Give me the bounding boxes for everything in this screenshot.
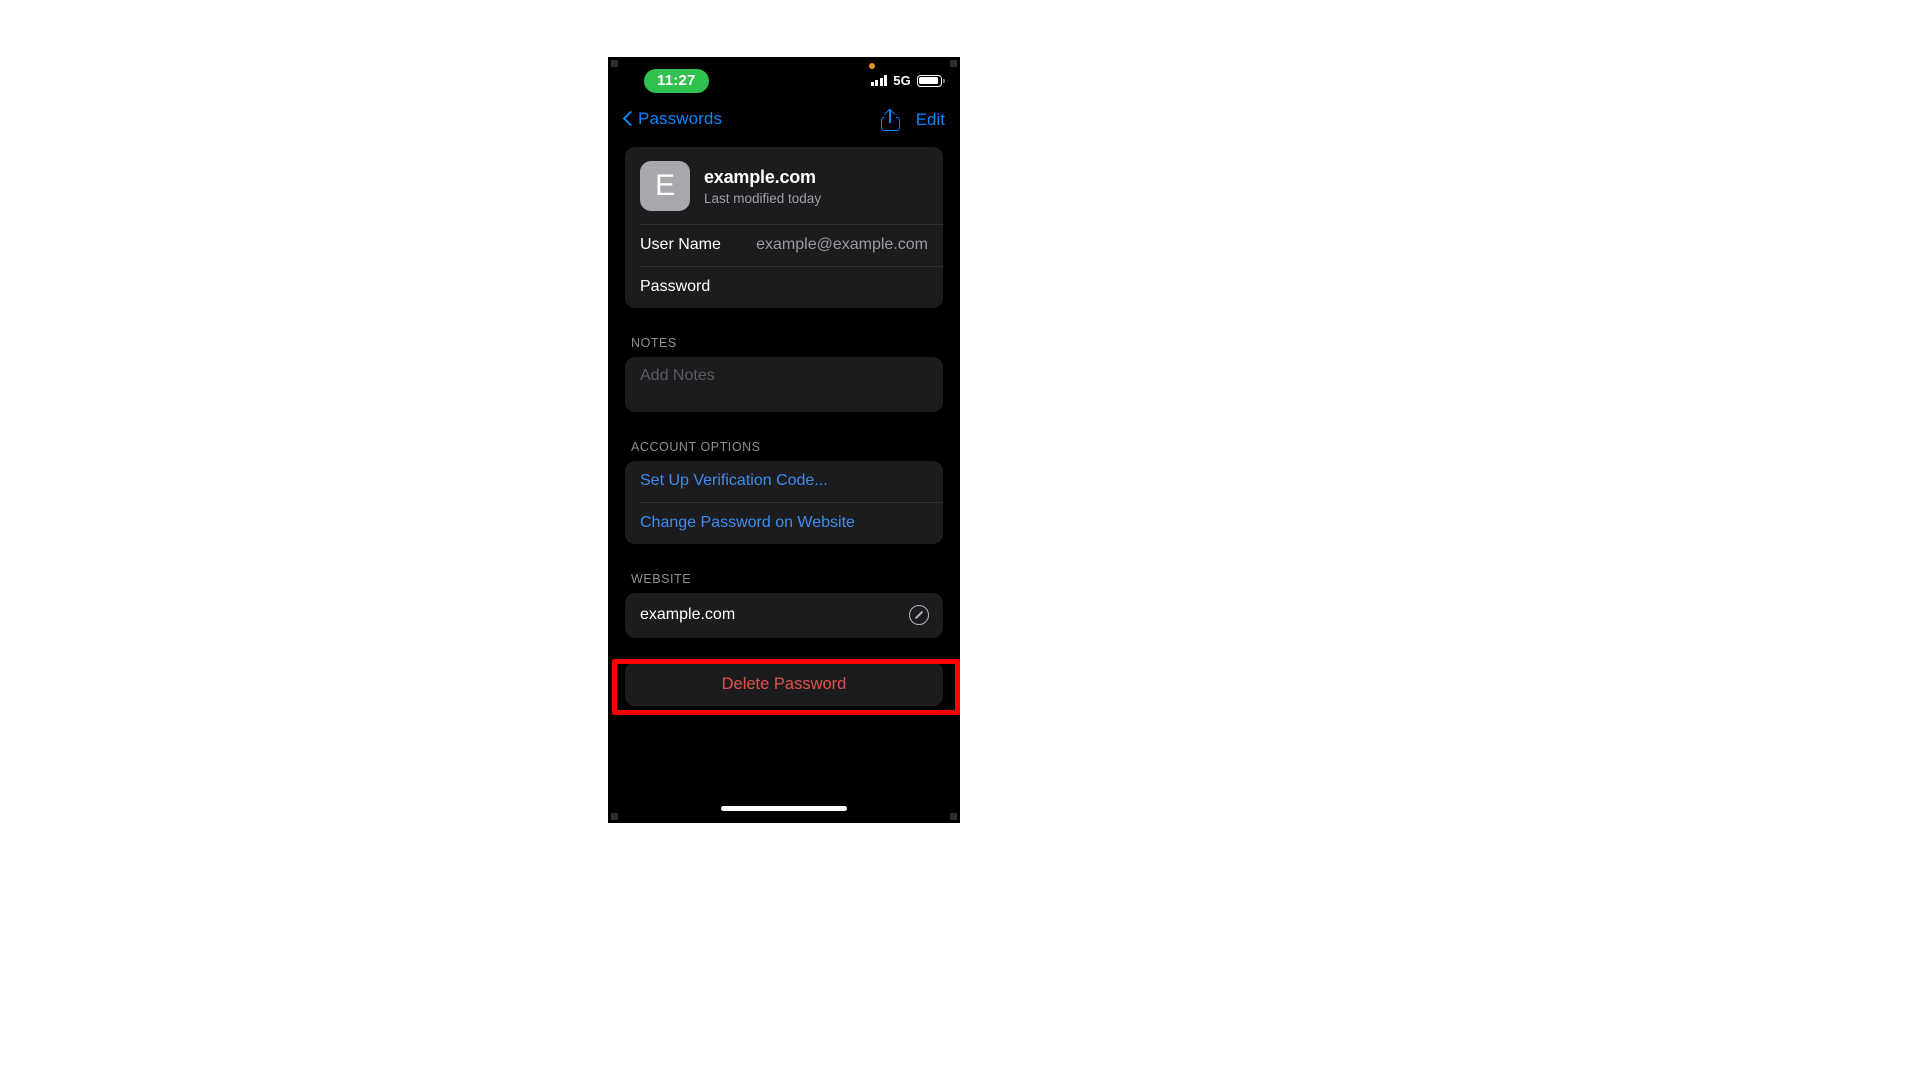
- notes-section-header: NOTES: [631, 336, 677, 350]
- iphone-screen: 11:27 5G Passwords Edit E example.com La…: [608, 57, 960, 823]
- entry-header-texts: example.com Last modified today: [704, 167, 821, 206]
- detail-content: E example.com Last modified today User N…: [608, 147, 960, 823]
- navigation-bar: Passwords Edit: [608, 103, 960, 147]
- website-value: example.com: [640, 606, 736, 623]
- delete-password-button[interactable]: Delete Password: [625, 662, 943, 706]
- username-value: example@example.com: [756, 236, 928, 253]
- site-avatar: E: [640, 161, 690, 211]
- username-label: User Name: [640, 236, 721, 253]
- chevron-left-icon: [622, 109, 634, 129]
- entry-title: example.com: [704, 166, 816, 187]
- navigation-actions: Edit: [880, 108, 945, 131]
- entry-subtitle: Last modified today: [704, 190, 822, 206]
- home-indicator[interactable]: [721, 806, 847, 811]
- edit-button[interactable]: Edit: [916, 110, 945, 130]
- status-time: 11:27: [644, 69, 709, 93]
- delete-password-label: Delete Password: [721, 674, 847, 693]
- safari-compass-icon[interactable]: [909, 605, 929, 625]
- set-up-verification-code-button[interactable]: Set Up Verification Code...: [625, 461, 943, 502]
- password-row[interactable]: Password: [625, 267, 943, 308]
- change-password-on-website-button[interactable]: Change Password on Website: [625, 503, 943, 544]
- website-row[interactable]: example.com: [625, 593, 943, 638]
- status-indicators: 5G: [870, 73, 945, 88]
- microphone-indicator-icon: [869, 63, 875, 69]
- account-options-section-header: ACCOUNT OPTIONS: [631, 440, 761, 454]
- password-entry-card: E example.com Last modified today User N…: [625, 147, 943, 308]
- status-bar: 11:27 5G: [608, 57, 960, 103]
- username-row[interactable]: User Name example@example.com: [625, 225, 943, 266]
- website-section-header: WEBSITE: [631, 572, 692, 586]
- delete-button-wrapper: Delete Password: [625, 662, 943, 706]
- cellular-signal-icon: [870, 75, 888, 86]
- notes-field[interactable]: Add Notes: [625, 357, 943, 412]
- entry-header: E example.com Last modified today: [625, 147, 943, 224]
- battery-icon: [917, 74, 945, 87]
- back-button[interactable]: Passwords: [622, 109, 722, 129]
- notes-placeholder: Add Notes: [640, 367, 715, 384]
- network-type-label: 5G: [893, 73, 911, 88]
- password-label: Password: [640, 278, 711, 295]
- back-button-label: Passwords: [638, 109, 723, 128]
- share-icon[interactable]: [880, 108, 900, 131]
- screenshot-canvas: 11:27 5G Passwords Edit E example.com La…: [0, 0, 1920, 1080]
- account-options-card: Set Up Verification Code... Change Passw…: [625, 461, 943, 544]
